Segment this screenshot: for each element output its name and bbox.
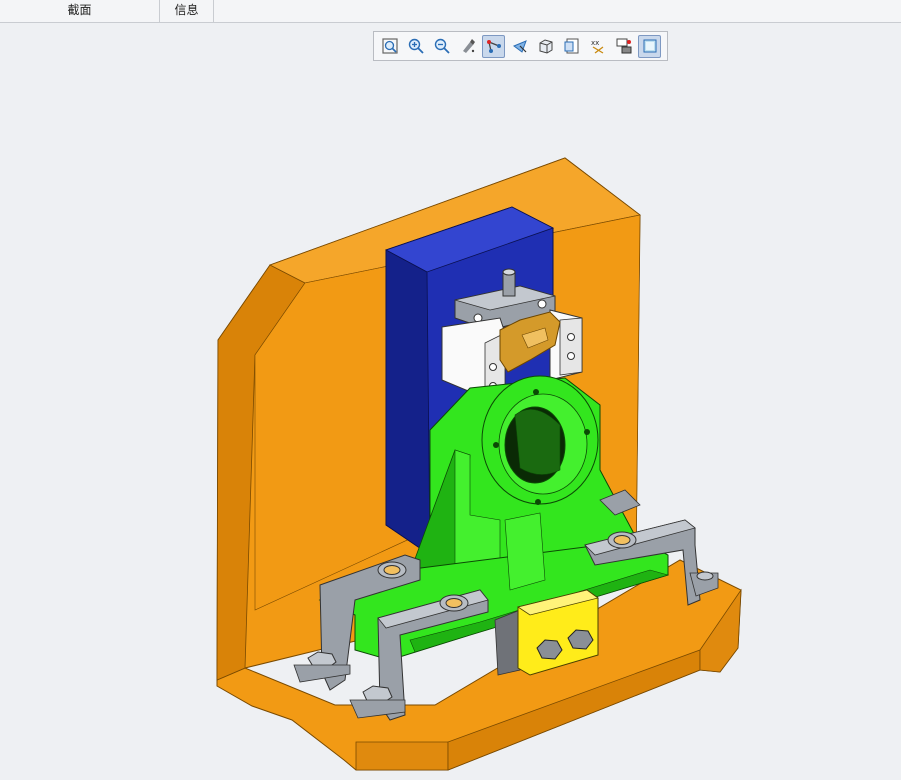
- fixture-assembly-model: [216, 157, 742, 771]
- model-viewport[interactable]: [0, 23, 901, 780]
- tab-info[interactable]: 信息: [160, 0, 214, 22]
- tab-section[interactable]: 截面: [0, 0, 160, 22]
- tab-bar: 截面 信息: [0, 0, 901, 23]
